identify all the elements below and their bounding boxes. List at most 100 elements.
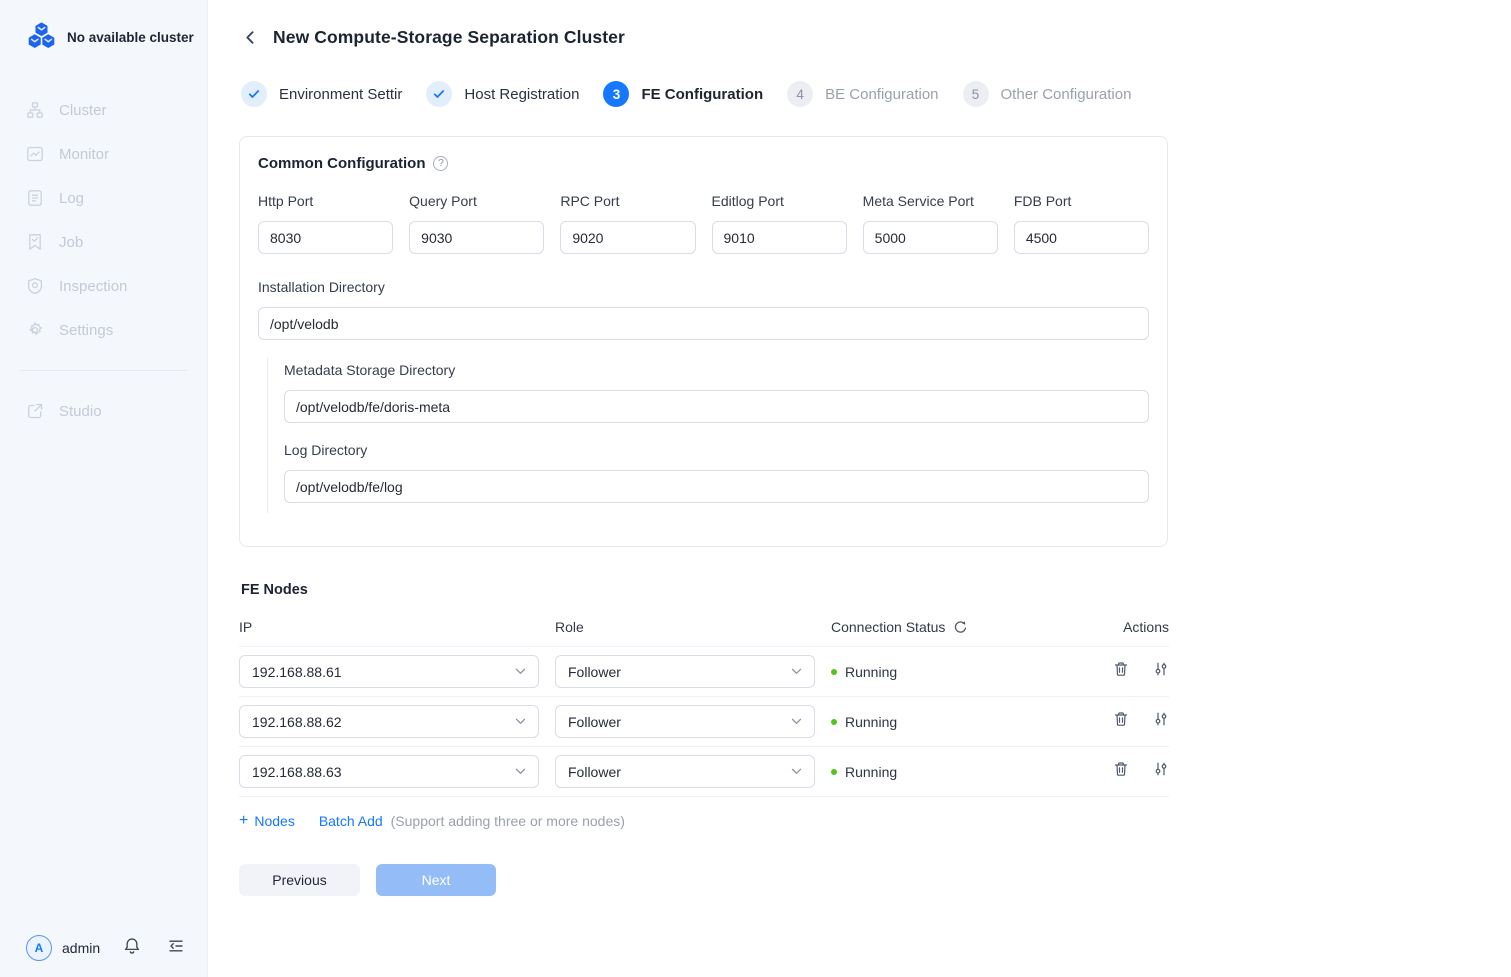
log-directory-input[interactable]	[284, 470, 1149, 503]
row-actions	[1091, 761, 1169, 782]
table-header: IP Role Connection Status Actions	[239, 619, 1169, 647]
step-other-configuration[interactable]: 5 Other Configuration	[963, 81, 1132, 107]
field-label: Metadata Storage Directory	[284, 362, 1149, 378]
column-actions: Actions	[1091, 619, 1169, 635]
role-select[interactable]: Follower	[555, 655, 815, 688]
fdb-port-input[interactable]	[1014, 221, 1149, 254]
refresh-status-icon[interactable]	[953, 620, 968, 635]
sidebar-item-label: Monitor	[59, 146, 109, 163]
step-label: Host Registration	[464, 86, 579, 103]
field-label: Editlog Port	[712, 193, 847, 209]
job-icon	[26, 233, 44, 251]
field-label: RPC Port	[560, 193, 695, 209]
chevron-down-icon	[791, 718, 802, 725]
editlog-port-input[interactable]	[712, 221, 847, 254]
notification-bell-icon[interactable]	[123, 937, 141, 960]
role-value: Follower	[568, 664, 621, 680]
field-label: FDB Port	[1014, 193, 1149, 209]
fe-directories-group: Metadata Storage Directory Log Directory	[267, 358, 1149, 513]
ip-value: 192.168.88.61	[252, 664, 342, 680]
chevron-down-icon	[515, 718, 526, 725]
sidebar-item-label: Inspection	[59, 278, 127, 295]
back-button[interactable]	[242, 29, 260, 47]
chevron-down-icon	[791, 768, 802, 775]
delete-node-icon[interactable]	[1113, 711, 1129, 732]
port-field-query: Query Port	[409, 193, 544, 254]
ip-select[interactable]: 192.168.88.63	[239, 755, 539, 788]
main-content: New Compute-Storage Separation Cluster E…	[208, 0, 1511, 977]
delete-node-icon[interactable]	[1113, 761, 1129, 782]
step-environment-setting[interactable]: Environment Settir	[241, 81, 402, 107]
ip-value: 192.168.88.62	[252, 714, 342, 730]
step-fe-configuration[interactable]: 3 FE Configuration	[603, 81, 763, 107]
sidebar-collapse-icon[interactable]	[167, 937, 185, 960]
sidebar-item-label: Settings	[59, 322, 113, 339]
sidebar-item-settings[interactable]: Settings	[0, 308, 207, 352]
role-select[interactable]: Follower	[555, 755, 815, 788]
step-be-configuration[interactable]: 4 BE Configuration	[787, 81, 938, 107]
card-title: Common Configuration	[258, 155, 425, 172]
ip-select[interactable]: 192.168.88.61	[239, 655, 539, 688]
step-label: BE Configuration	[825, 86, 938, 103]
http-port-input[interactable]	[258, 221, 393, 254]
ip-value: 192.168.88.63	[252, 764, 342, 780]
avatar[interactable]: A	[26, 935, 52, 961]
add-nodes-label: Nodes	[254, 813, 294, 829]
sidebar: No available cluster Cluster Monitor	[0, 0, 208, 977]
step-number: 4	[787, 81, 813, 107]
next-button[interactable]: Next	[376, 864, 496, 896]
step-label: Other Configuration	[1001, 86, 1132, 103]
batch-add-button[interactable]: Batch Add	[319, 813, 383, 829]
status-text: Running	[845, 764, 897, 780]
inspection-icon	[26, 277, 44, 295]
node-config-sliders-icon[interactable]	[1153, 661, 1169, 682]
delete-node-icon[interactable]	[1113, 661, 1129, 682]
meta-service-port-input[interactable]	[863, 221, 998, 254]
status-dot-green	[831, 719, 837, 725]
step-number: 5	[963, 81, 989, 107]
ports-grid: Http Port Query Port RPC Port Editlog Po…	[258, 193, 1149, 254]
row-actions	[1091, 711, 1169, 732]
installation-directory-field: Installation Directory	[258, 279, 1149, 340]
role-select[interactable]: Follower	[555, 705, 815, 738]
node-config-sliders-icon[interactable]	[1153, 711, 1169, 732]
status-dot-green	[831, 769, 837, 775]
sidebar-item-label: Studio	[59, 403, 102, 420]
log-directory-field: Log Directory	[284, 442, 1149, 503]
sidebar-item-label: Job	[59, 234, 83, 251]
sidebar-item-log[interactable]: Log	[0, 176, 207, 220]
step-check-icon	[241, 81, 267, 107]
row-actions	[1091, 661, 1169, 682]
fe-nodes-title: FE Nodes	[241, 582, 1169, 598]
ip-select[interactable]: 192.168.88.62	[239, 705, 539, 738]
step-host-registration[interactable]: Host Registration	[426, 81, 579, 107]
sidebar-item-cluster[interactable]: Cluster	[0, 88, 207, 132]
rpc-port-input[interactable]	[560, 221, 695, 254]
metadata-directory-input[interactable]	[284, 390, 1149, 423]
column-status: Connection Status	[831, 619, 945, 635]
node-config-sliders-icon[interactable]	[1153, 761, 1169, 782]
help-icon[interactable]: ?	[433, 156, 448, 171]
step-label: FE Configuration	[641, 86, 763, 103]
chevron-down-icon	[515, 668, 526, 675]
field-label: Http Port	[258, 193, 393, 209]
sidebar-item-inspection[interactable]: Inspection	[0, 264, 207, 308]
add-nodes-button[interactable]: + Nodes	[239, 813, 295, 829]
wizard-stepper: Environment Settir Host Registration 3 F…	[241, 81, 1131, 107]
fe-node-row: 192.168.88.63 Follower Running	[239, 747, 1169, 797]
role-value: Follower	[568, 764, 621, 780]
sidebar-item-label: Cluster	[59, 102, 107, 119]
previous-button[interactable]: Previous	[239, 864, 360, 896]
query-port-input[interactable]	[409, 221, 544, 254]
sidebar-item-monitor[interactable]: Monitor	[0, 132, 207, 176]
installation-directory-input[interactable]	[258, 307, 1149, 340]
sidebar-item-studio[interactable]: Studio	[0, 389, 207, 433]
monitor-icon	[26, 145, 44, 163]
sidebar-item-job[interactable]: Job	[0, 220, 207, 264]
cluster-selector[interactable]: No available cluster	[0, 0, 207, 54]
field-label: Meta Service Port	[863, 193, 998, 209]
user-name[interactable]: admin	[62, 940, 100, 956]
batch-add-label: Batch Add	[319, 813, 383, 829]
connection-status: Running	[831, 664, 1075, 680]
role-value: Follower	[568, 714, 621, 730]
